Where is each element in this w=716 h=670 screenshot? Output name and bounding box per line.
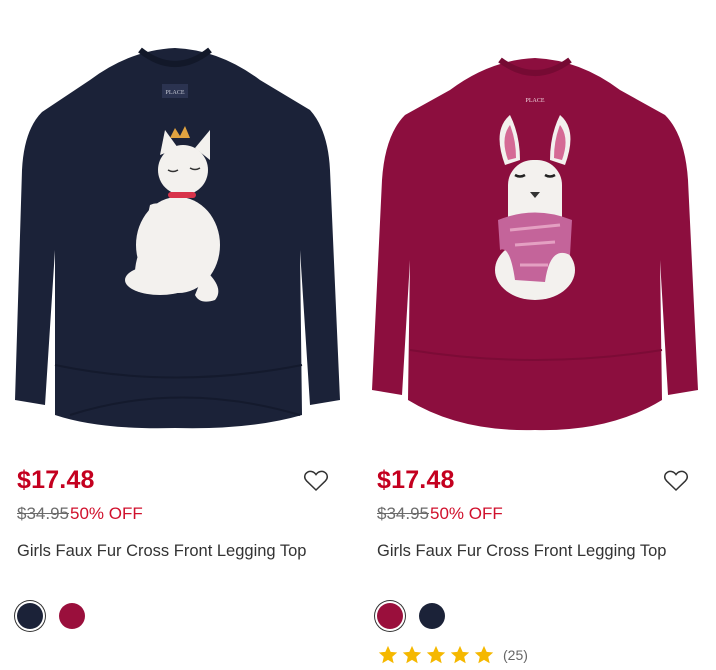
price-details: $34.9550% OFF [377, 504, 503, 524]
sale-price: $17.48 [377, 466, 455, 494]
star-icon [402, 645, 422, 664]
heart-outline-icon[interactable] [303, 469, 329, 493]
discount-label: 50% OFF [70, 504, 143, 523]
review-count[interactable]: (25) [503, 647, 528, 663]
product-title[interactable]: Girls Faux Fur Cross Front Legging Top [17, 542, 306, 561]
sale-price: $17.48 [17, 466, 95, 494]
was-price: $34.95 [377, 504, 429, 523]
price-details: $34.9550% OFF [17, 504, 143, 524]
star-rating[interactable]: (25) [377, 644, 528, 666]
star-icon [378, 645, 398, 664]
star-icon [426, 645, 446, 664]
swatch-navy[interactable] [419, 603, 445, 629]
star-icon [450, 645, 470, 664]
swatch-navy[interactable] [17, 603, 43, 629]
star-icon [474, 645, 494, 664]
svg-text:PLACE: PLACE [165, 90, 184, 96]
product-image[interactable]: PLACE [10, 20, 340, 440]
product-card[interactable]: PLACE $17.48 $34.9550% OFF Girls Faux Fu… [360, 0, 700, 670]
swatch-burgundy[interactable] [377, 603, 403, 629]
product-title[interactable]: Girls Faux Fur Cross Front Legging Top [377, 542, 666, 561]
swatch-burgundy[interactable] [59, 603, 85, 629]
svg-text:PLACE: PLACE [525, 98, 544, 104]
product-image[interactable]: PLACE [370, 20, 700, 440]
product-card[interactable]: PLACE $17.48 $34.9550% OFF Girls Faux Fu… [0, 0, 340, 670]
heart-outline-icon[interactable] [663, 469, 689, 493]
was-price: $34.95 [17, 504, 69, 523]
color-swatches [377, 603, 445, 629]
discount-label: 50% OFF [430, 504, 503, 523]
color-swatches [17, 603, 85, 629]
